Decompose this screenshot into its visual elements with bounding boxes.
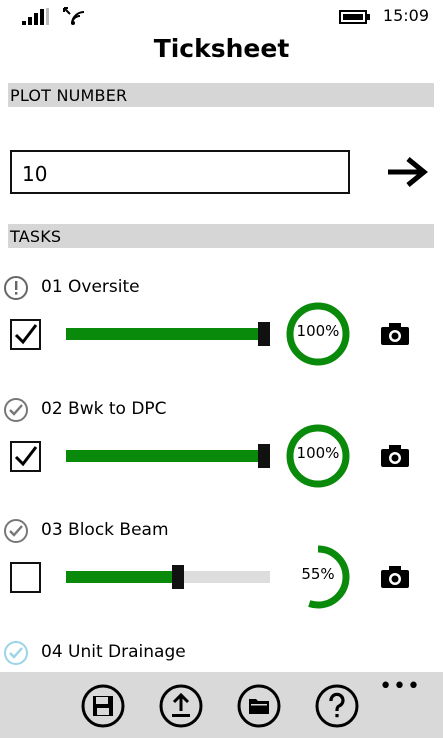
plot-number-header: PLOT NUMBER [8,83,434,107]
task-header-block-beam: 03 Block Beam [0,516,443,546]
signal-strength-icon [22,8,49,25]
task-checkbox[interactable] [10,562,41,593]
progress-slider[interactable] [66,565,270,589]
tasks-label: TASKS [10,227,62,246]
task-name: 04 Unit Drainage [41,642,186,662]
task-header-bwk-to-dpc: 02 Bwk to DPC [0,395,443,425]
task-row-oversite: 100% [0,302,443,366]
progress-percent: 100% [296,322,340,340]
progress-slider[interactable] [66,444,270,468]
slider-fill [66,328,264,340]
save-icon[interactable] [81,684,125,728]
battery-icon [339,10,370,24]
progress-slider[interactable] [66,322,270,346]
plot-number-label: PLOT NUMBER [10,86,128,105]
slider-fill [66,571,178,583]
check-circle-icon [4,398,28,422]
checkmark-icon [14,324,38,345]
page-title: Ticksheet [153,34,290,63]
task-name: 02 Bwk to DPC [41,399,167,419]
plot-number-input[interactable]: 10 [10,150,350,194]
check-circle-icon [4,519,28,543]
task-name: 03 Block Beam [41,520,169,540]
camera-icon[interactable] [380,565,410,589]
task-row-bwk-to-dpc: 100% [0,424,443,488]
task-header-unit-drainage: 04 Unit Drainage [0,638,443,668]
help-icon[interactable] [315,684,359,728]
tasks-header: TASKS [8,224,434,248]
task-checkbox[interactable] [10,319,41,350]
task-header-oversite: 01 Oversite [0,273,443,303]
task-row-block-beam: 55% [0,545,443,609]
wifi-data-icon [63,7,85,25]
slider-fill [66,450,264,462]
task-checkbox[interactable] [10,441,41,472]
upload-icon[interactable] [159,684,203,728]
status-bar: 15:09 [0,0,443,32]
progress-percent: 55% [301,565,335,583]
app-bar: ••• [0,672,443,738]
exclamation-circle-icon [4,276,28,300]
slider-thumb[interactable] [172,565,184,589]
slider-thumb[interactable] [258,444,270,468]
camera-icon[interactable] [380,322,410,346]
task-name: 01 Oversite [41,277,140,297]
progress-percent: 100% [296,444,340,462]
check-circle-light-icon [4,641,28,665]
arrow-right-icon[interactable] [386,156,428,188]
folder-icon[interactable] [237,684,281,728]
slider-thumb[interactable] [258,322,270,346]
clock: 15:09 [382,6,429,25]
camera-icon[interactable] [380,444,410,468]
more-menu-button[interactable]: ••• [379,674,421,699]
checkmark-icon [14,446,38,467]
